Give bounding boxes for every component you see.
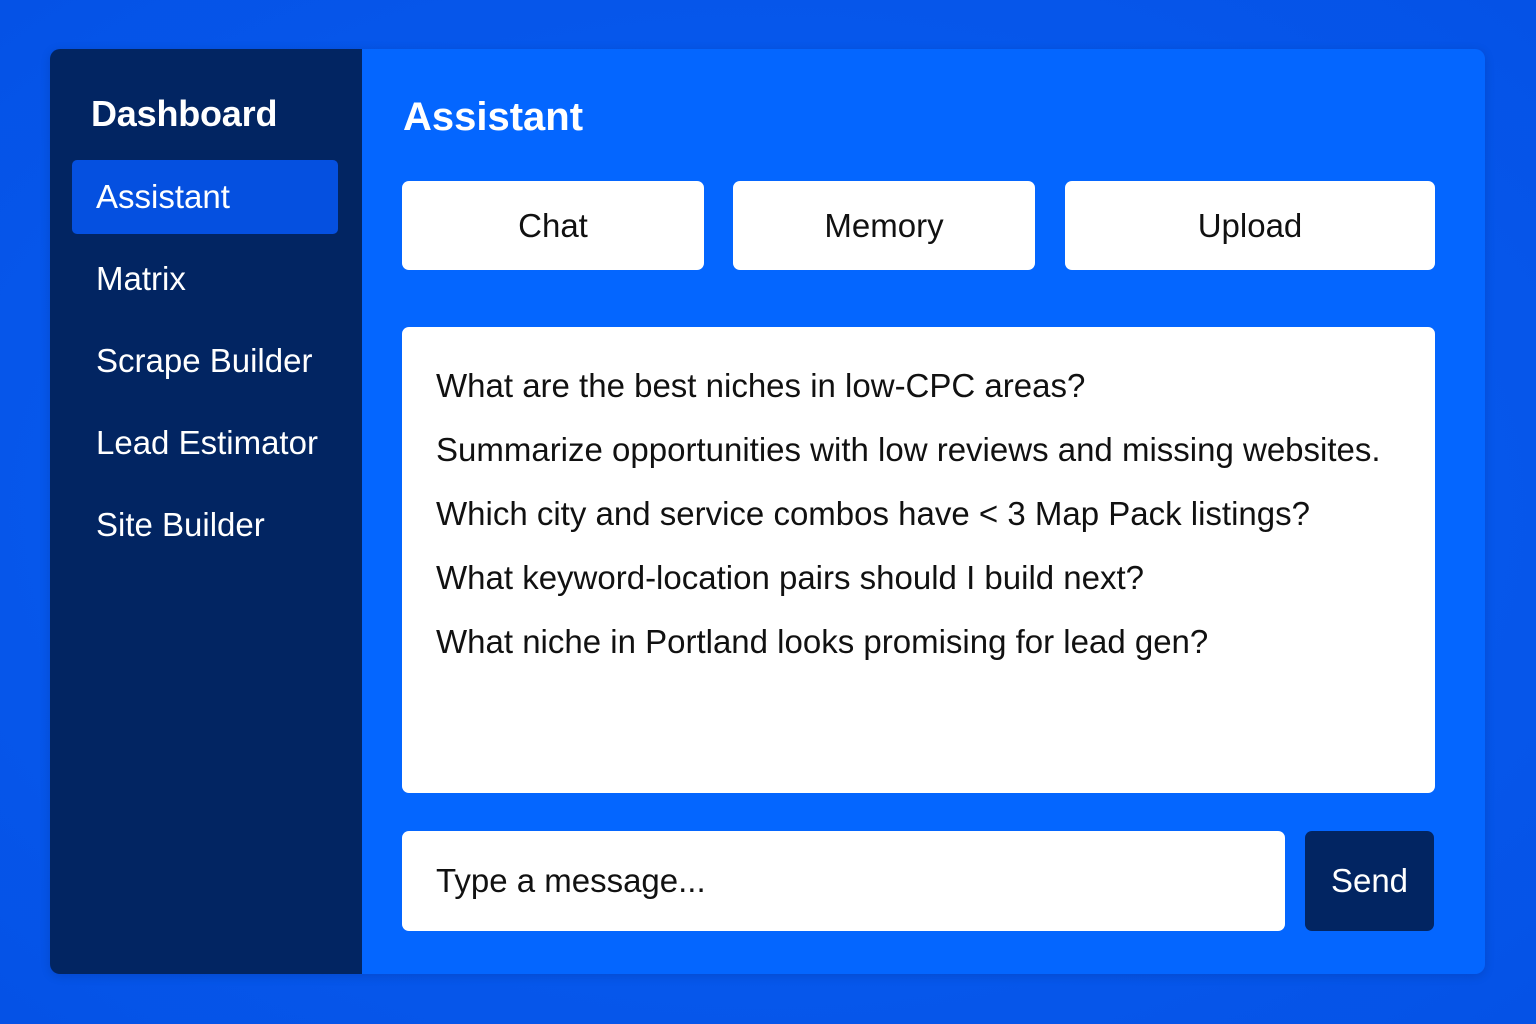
- page-title: Assistant: [403, 95, 584, 139]
- tab-memory[interactable]: Memory: [733, 181, 1035, 270]
- suggested-prompt[interactable]: What keyword-location pairs should I bui…: [436, 553, 1401, 603]
- send-button[interactable]: Send: [1305, 831, 1434, 931]
- suggested-prompt[interactable]: What are the best niches in low-CPC area…: [436, 361, 1401, 411]
- sidebar-item-scrape-builder[interactable]: Scrape Builder: [72, 324, 338, 398]
- sidebar: Dashboard Assistant Matrix Scrape Builde…: [50, 49, 362, 974]
- sidebar-item-lead-estimator[interactable]: Lead Estimator: [72, 406, 338, 480]
- tab-chat[interactable]: Chat: [402, 181, 704, 270]
- message-input[interactable]: [402, 831, 1285, 931]
- app-window: Dashboard Assistant Matrix Scrape Builde…: [50, 49, 1485, 974]
- message-list: What are the best niches in low-CPC area…: [402, 327, 1435, 793]
- suggested-prompt[interactable]: Summarize opportunities with low reviews…: [436, 425, 1401, 475]
- sidebar-nav: Assistant Matrix Scrape Builder Lead Est…: [72, 160, 338, 570]
- suggested-prompt[interactable]: Which city and service combos have < 3 M…: [436, 489, 1401, 539]
- sidebar-title: Dashboard: [91, 93, 278, 134]
- sidebar-item-matrix[interactable]: Matrix: [72, 242, 338, 316]
- tab-upload[interactable]: Upload: [1065, 181, 1435, 270]
- suggested-prompt[interactable]: What niche in Portland looks promising f…: [436, 617, 1401, 667]
- sidebar-item-assistant[interactable]: Assistant: [72, 160, 338, 234]
- main-panel: Assistant Chat Memory Upload What are th…: [362, 49, 1485, 974]
- sidebar-item-site-builder[interactable]: Site Builder: [72, 488, 338, 562]
